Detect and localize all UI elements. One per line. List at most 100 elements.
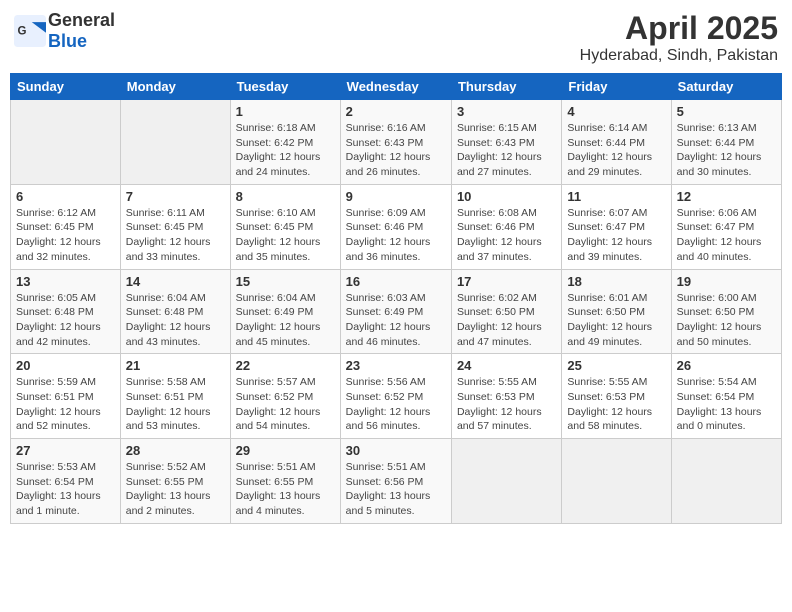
day-info: Sunrise: 6:08 AM Sunset: 6:46 PM Dayligh… <box>457 206 556 265</box>
day-number: 13 <box>16 274 115 289</box>
day-info: Sunrise: 6:06 AM Sunset: 6:47 PM Dayligh… <box>677 206 776 265</box>
day-number: 28 <box>126 443 225 458</box>
day-number: 19 <box>677 274 776 289</box>
calendar-week-row: 13 Sunrise: 6:05 AM Sunset: 6:48 PM Dayli… <box>11 269 782 354</box>
calendar-cell: 5 Sunrise: 6:13 AM Sunset: 6:44 PM Daylig… <box>671 100 781 185</box>
day-info: Sunrise: 6:11 AM Sunset: 6:45 PM Dayligh… <box>126 206 225 265</box>
day-info: Sunrise: 6:04 AM Sunset: 6:48 PM Dayligh… <box>126 291 225 350</box>
day-number: 8 <box>236 189 335 204</box>
weekday-header-friday: Friday <box>562 74 671 100</box>
page-header: G General Blue April 2025 Hyderabad, Sin… <box>10 10 782 65</box>
logo-blue-text: Blue <box>48 31 87 51</box>
day-info: Sunrise: 5:55 AM Sunset: 6:53 PM Dayligh… <box>567 375 665 434</box>
svg-text:G: G <box>18 26 27 38</box>
day-info: Sunrise: 6:05 AM Sunset: 6:48 PM Dayligh… <box>16 291 115 350</box>
weekday-header-tuesday: Tuesday <box>230 74 340 100</box>
calendar-cell: 16 Sunrise: 6:03 AM Sunset: 6:49 PM Dayli… <box>340 269 451 354</box>
day-number: 16 <box>346 274 446 289</box>
calendar-cell: 9 Sunrise: 6:09 AM Sunset: 6:46 PM Daylig… <box>340 184 451 269</box>
calendar-cell: 10 Sunrise: 6:08 AM Sunset: 6:46 PM Dayli… <box>451 184 561 269</box>
calendar-week-row: 6Sunrise: 6:12 AM Sunset: 6:45 PM Daylig… <box>11 184 782 269</box>
calendar-cell: 1 Sunrise: 6:18 AM Sunset: 6:42 PM Daylig… <box>230 100 340 185</box>
calendar-week-row: 20 Sunrise: 5:59 AM Sunset: 6:51 PM Dayli… <box>11 354 782 439</box>
day-info: Sunrise: 5:55 AM Sunset: 6:53 PM Dayligh… <box>457 375 556 434</box>
calendar-cell: 22Sunrise: 5:57 AM Sunset: 6:52 PM Dayli… <box>230 354 340 439</box>
calendar-cell <box>451 439 561 524</box>
calendar-cell: 23 Sunrise: 5:56 AM Sunset: 6:52 PM Dayli… <box>340 354 451 439</box>
day-info: Sunrise: 6:00 AM Sunset: 6:50 PM Dayligh… <box>677 291 776 350</box>
calendar-cell: 27 Sunrise: 5:53 AM Sunset: 6:54 PM Dayli… <box>11 439 121 524</box>
calendar-cell: 3Sunrise: 6:15 AM Sunset: 6:43 PM Daylig… <box>451 100 561 185</box>
day-info: Sunrise: 6:03 AM Sunset: 6:49 PM Dayligh… <box>346 291 446 350</box>
day-number: 20 <box>16 358 115 373</box>
day-info: Sunrise: 5:56 AM Sunset: 6:52 PM Dayligh… <box>346 375 446 434</box>
calendar-cell <box>671 439 781 524</box>
day-number: 2 <box>346 104 446 119</box>
calendar-cell: 17 Sunrise: 6:02 AM Sunset: 6:50 PM Dayli… <box>451 269 561 354</box>
day-number: 5 <box>677 104 776 119</box>
day-info: Sunrise: 5:57 AM Sunset: 6:52 PM Dayligh… <box>236 375 335 434</box>
calendar-cell: 8 Sunrise: 6:10 AM Sunset: 6:45 PM Daylig… <box>230 184 340 269</box>
day-number: 23 <box>346 358 446 373</box>
day-info: Sunrise: 6:14 AM Sunset: 6:44 PM Dayligh… <box>567 121 665 180</box>
location-title: Hyderabad, Sindh, Pakistan <box>580 47 778 65</box>
day-info: Sunrise: 5:58 AM Sunset: 6:51 PM Dayligh… <box>126 375 225 434</box>
weekday-header-saturday: Saturday <box>671 74 781 100</box>
day-number: 12 <box>677 189 776 204</box>
calendar-cell: 29 Sunrise: 5:51 AM Sunset: 6:55 PM Dayli… <box>230 439 340 524</box>
day-info: Sunrise: 6:09 AM Sunset: 6:46 PM Dayligh… <box>346 206 446 265</box>
day-number: 9 <box>346 189 446 204</box>
day-number: 18 <box>567 274 665 289</box>
weekday-header-sunday: Sunday <box>11 74 121 100</box>
day-info: Sunrise: 6:13 AM Sunset: 6:44 PM Dayligh… <box>677 121 776 180</box>
calendar-cell: 30Sunrise: 5:51 AM Sunset: 6:56 PM Dayli… <box>340 439 451 524</box>
weekday-header-thursday: Thursday <box>451 74 561 100</box>
day-number: 27 <box>16 443 115 458</box>
day-number: 10 <box>457 189 556 204</box>
calendar-cell: 26 Sunrise: 5:54 AM Sunset: 6:54 PM Dayli… <box>671 354 781 439</box>
day-info: Sunrise: 6:10 AM Sunset: 6:45 PM Dayligh… <box>236 206 335 265</box>
day-info: Sunrise: 6:02 AM Sunset: 6:50 PM Dayligh… <box>457 291 556 350</box>
calendar-cell: 6Sunrise: 6:12 AM Sunset: 6:45 PM Daylig… <box>11 184 121 269</box>
day-info: Sunrise: 5:51 AM Sunset: 6:55 PM Dayligh… <box>236 460 335 519</box>
day-number: 26 <box>677 358 776 373</box>
day-info: Sunrise: 6:16 AM Sunset: 6:43 PM Dayligh… <box>346 121 446 180</box>
calendar-cell: 28 Sunrise: 5:52 AM Sunset: 6:55 PM Dayli… <box>120 439 230 524</box>
logo-icon: G <box>14 15 46 47</box>
day-info: Sunrise: 6:15 AM Sunset: 6:43 PM Dayligh… <box>457 121 556 180</box>
day-number: 25 <box>567 358 665 373</box>
day-number: 29 <box>236 443 335 458</box>
day-info: Sunrise: 5:52 AM Sunset: 6:55 PM Dayligh… <box>126 460 225 519</box>
calendar-cell: 20 Sunrise: 5:59 AM Sunset: 6:51 PM Dayli… <box>11 354 121 439</box>
calendar-cell: 14Sunrise: 6:04 AM Sunset: 6:48 PM Dayli… <box>120 269 230 354</box>
calendar-week-row: 1 Sunrise: 6:18 AM Sunset: 6:42 PM Daylig… <box>11 100 782 185</box>
day-info: Sunrise: 5:54 AM Sunset: 6:54 PM Dayligh… <box>677 375 776 434</box>
calendar-table: SundayMondayTuesdayWednesdayThursdayFrid… <box>10 73 782 524</box>
day-info: Sunrise: 6:18 AM Sunset: 6:42 PM Dayligh… <box>236 121 335 180</box>
day-info: Sunrise: 5:53 AM Sunset: 6:54 PM Dayligh… <box>16 460 115 519</box>
day-number: 24 <box>457 358 556 373</box>
day-info: Sunrise: 6:01 AM Sunset: 6:50 PM Dayligh… <box>567 291 665 350</box>
day-number: 4 <box>567 104 665 119</box>
calendar-cell: 15 Sunrise: 6:04 AM Sunset: 6:49 PM Dayli… <box>230 269 340 354</box>
calendar-cell: 11Sunrise: 6:07 AM Sunset: 6:47 PM Dayli… <box>562 184 671 269</box>
calendar-cell: 21 Sunrise: 5:58 AM Sunset: 6:51 PM Dayli… <box>120 354 230 439</box>
logo-general-text: General <box>48 10 115 30</box>
day-number: 15 <box>236 274 335 289</box>
day-number: 1 <box>236 104 335 119</box>
day-number: 6 <box>16 189 115 204</box>
day-number: 7 <box>126 189 225 204</box>
title-block: April 2025 Hyderabad, Sindh, Pakistan <box>580 10 778 65</box>
day-number: 21 <box>126 358 225 373</box>
day-info: Sunrise: 5:51 AM Sunset: 6:56 PM Dayligh… <box>346 460 446 519</box>
calendar-cell: 18 Sunrise: 6:01 AM Sunset: 6:50 PM Dayli… <box>562 269 671 354</box>
day-number: 17 <box>457 274 556 289</box>
day-info: Sunrise: 5:59 AM Sunset: 6:51 PM Dayligh… <box>16 375 115 434</box>
calendar-cell: 2 Sunrise: 6:16 AM Sunset: 6:43 PM Daylig… <box>340 100 451 185</box>
day-info: Sunrise: 6:04 AM Sunset: 6:49 PM Dayligh… <box>236 291 335 350</box>
calendar-cell: 24 Sunrise: 5:55 AM Sunset: 6:53 PM Dayli… <box>451 354 561 439</box>
logo: G General Blue <box>14 10 115 52</box>
month-title: April 2025 <box>580 10 778 47</box>
weekday-header-wednesday: Wednesday <box>340 74 451 100</box>
calendar-header-row: SundayMondayTuesdayWednesdayThursdayFrid… <box>11 74 782 100</box>
